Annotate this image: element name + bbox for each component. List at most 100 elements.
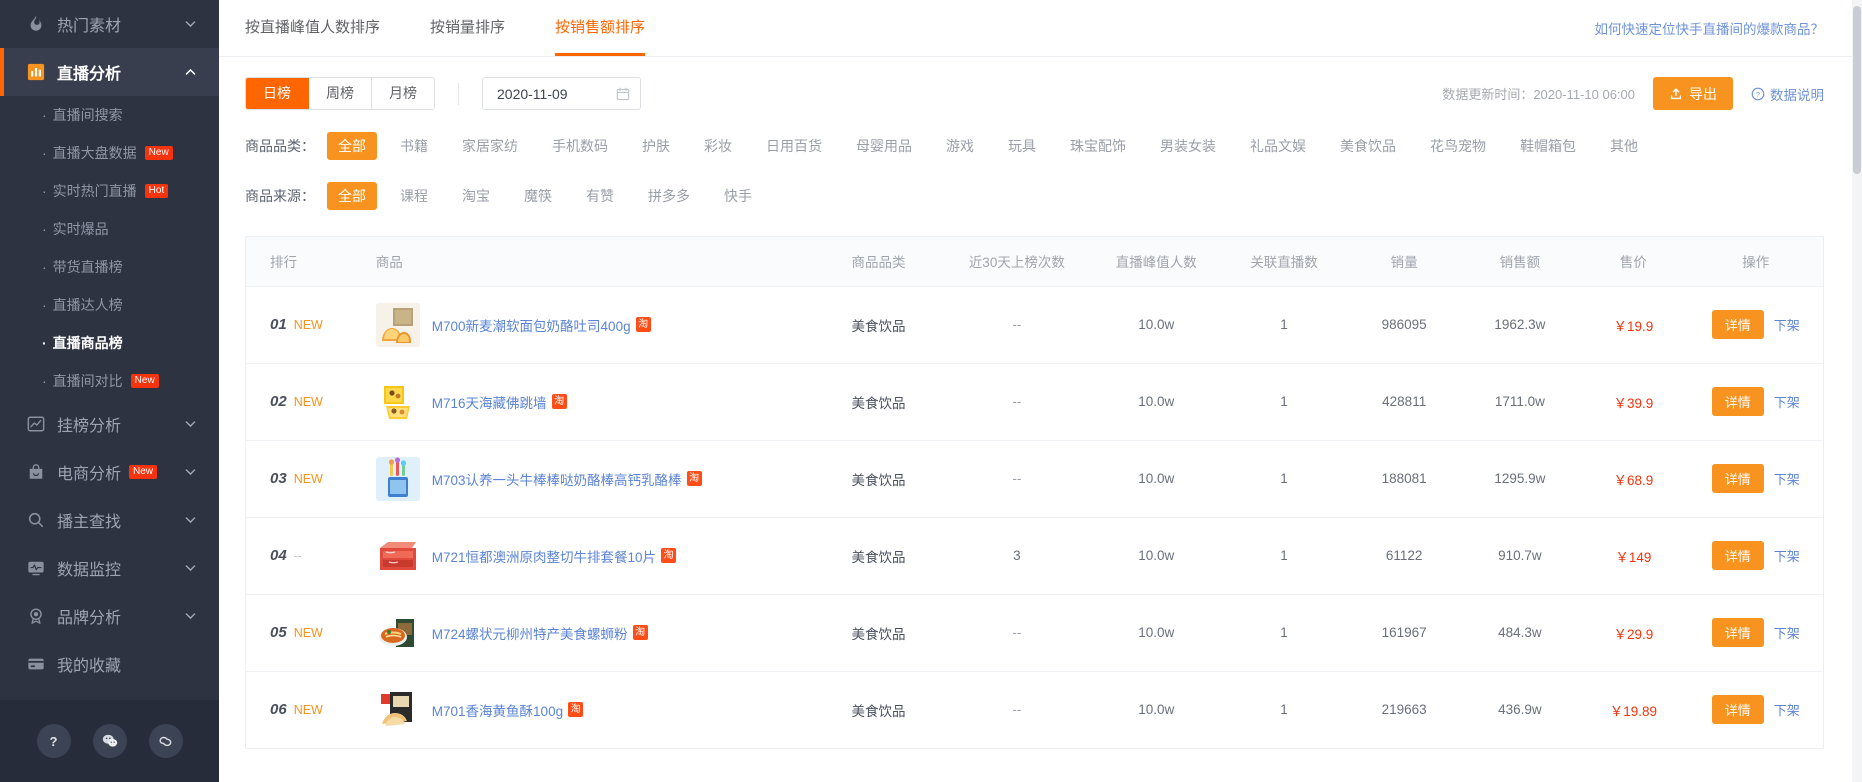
offshelf-link[interactable]: 下架 xyxy=(1774,472,1800,487)
export-button[interactable]: 导出 xyxy=(1653,77,1733,110)
table-row[interactable]: 03 NEW M703认养一头牛棒棒哒奶酪棒高钙乳酪棒淘 美食饮品 -- 10.… xyxy=(246,439,1823,517)
source-chip-all[interactable]: 全部 xyxy=(327,182,377,210)
source-chip-taobao[interactable]: 淘宝 xyxy=(451,182,501,210)
table-row[interactable]: 06 NEW M701香海黄鱼酥100g 淘 美食饮品 -- 10.0w 1 2… xyxy=(246,670,1823,748)
page-scrollbar[interactable] xyxy=(1852,0,1862,782)
source-chip-course[interactable]: 课程 xyxy=(389,182,439,210)
sidebar-item-realtime-hot-live[interactable]: · 实时热门直播 Hot xyxy=(0,172,219,210)
category-chip-clothing[interactable]: 男装女装 xyxy=(1149,132,1227,160)
source-chip-mokuai[interactable]: 魔筷 xyxy=(513,182,563,210)
link-icon[interactable] xyxy=(148,724,183,758)
product-name-link[interactable]: M701香海黄鱼酥100g xyxy=(432,700,563,720)
help-article-link[interactable]: 如何快速定位快手直播间的爆款商品？ xyxy=(1595,18,1825,38)
col-header-sales-volume: 销量 xyxy=(1346,237,1462,286)
cell-30d-listings: -- xyxy=(942,670,1092,748)
product-name-link[interactable]: M703认养一头牛棒棒哒奶酪棒高钙乳酪棒 xyxy=(432,469,682,489)
medal-icon xyxy=(26,607,45,626)
offshelf-link[interactable]: 下架 xyxy=(1774,318,1800,333)
rank-new-badge: NEW xyxy=(293,472,323,486)
category-chip-daily-goods[interactable]: 日用百货 xyxy=(755,132,833,160)
category-chip-toys[interactable]: 玩具 xyxy=(997,132,1047,160)
wechat-icon[interactable] xyxy=(92,724,127,758)
product-name-link[interactable]: M721恒都澳洲原肉整切牛排套餐10片 xyxy=(432,546,656,566)
cell-30d-listings: 3 xyxy=(942,516,1092,594)
tab-sort-by-sales-amount[interactable]: 按销售额排序 xyxy=(555,0,646,56)
product-name-link[interactable]: M716天海藏佛跳墙 xyxy=(432,392,547,412)
table-row[interactable]: 04 -- M721恒都澳洲原肉整切牛排套餐10片淘 美食饮品 3 10.0w … xyxy=(246,516,1823,594)
sidebar-item-realtime-hot-products[interactable]: · 实时爆品 xyxy=(0,210,219,248)
sidebar-item-live-room-search[interactable]: · 直播间搜索 xyxy=(0,96,219,134)
source-chip-kuaishou[interactable]: 快手 xyxy=(713,182,763,210)
category-chip-skincare[interactable]: 护肤 xyxy=(631,132,681,160)
table-row[interactable]: 05 NEW M724螺状元柳州特产美食螺蛳粉淘 美食饮品 -- 10.0w 1… xyxy=(246,593,1823,671)
cell-price: ￥149 xyxy=(1578,516,1689,594)
offshelf-link[interactable]: 下架 xyxy=(1774,549,1800,564)
sidebar-item-label: 实时热门直播 xyxy=(52,183,137,199)
detail-button[interactable]: 详情 xyxy=(1711,618,1764,647)
detail-button[interactable]: 详情 xyxy=(1711,310,1764,339)
category-chip-other[interactable]: 其他 xyxy=(1599,132,1649,160)
category-chip-games[interactable]: 游戏 xyxy=(935,132,985,160)
detail-button[interactable]: 详情 xyxy=(1711,695,1764,725)
cell-category: 美食饮品 xyxy=(814,362,943,440)
sidebar-group-live-analysis[interactable]: 直播分析 xyxy=(0,48,219,96)
source-chip-youzan[interactable]: 有赞 xyxy=(575,182,625,210)
sidebar-group-ecommerce-analysis[interactable]: 电商分析 New xyxy=(0,448,219,496)
category-chip-gifts-entertainment[interactable]: 礼品文娱 xyxy=(1239,132,1317,160)
sidebar-item-live-influencer-rank[interactable]: · 直播达人榜 xyxy=(0,286,219,324)
steak-thumb xyxy=(375,533,420,578)
sidebar-item-live-product-rank[interactable]: · 直播商品榜 xyxy=(0,324,219,362)
cheese-thumb xyxy=(375,456,420,501)
period-daily-button[interactable]: 日榜 xyxy=(246,78,309,109)
category-chip-all[interactable]: 全部 xyxy=(327,132,377,160)
sidebar-group-data-monitor[interactable]: 数据监控 xyxy=(0,544,219,592)
sidebar-group-my-favorites[interactable]: 我的收藏 xyxy=(0,640,219,688)
product-name-link[interactable]: M724螺状元柳州特产美食螺蛳粉 xyxy=(432,623,628,643)
offshelf-link[interactable]: 下架 xyxy=(1774,626,1800,641)
category-chip-food-drink[interactable]: 美食饮品 xyxy=(1329,132,1407,160)
table-row[interactable]: 02 NEW M716天海藏佛跳墙淘 美食饮品 -- 10.0w 1 42881… xyxy=(246,362,1823,440)
sidebar-item-带货直播榜[interactable]: · 带货直播榜 xyxy=(0,248,219,286)
category-chip-jewelry[interactable]: 珠宝配饰 xyxy=(1059,132,1137,160)
cell-sales-amount: 1711.0w xyxy=(1461,362,1579,440)
sidebar-nav: 热门素材 直播分析 · 直播间搜索 · 直播大盘数据 New · 实时热门直播 … xyxy=(0,0,219,700)
product-name-link[interactable]: M700新麦潮软面包奶酪吐司400g xyxy=(432,315,631,335)
help-icon[interactable]: ? xyxy=(36,724,71,758)
offshelf-link[interactable]: 下架 xyxy=(1774,395,1800,410)
category-chip-shoes-bags[interactable]: 鞋帽箱包 xyxy=(1509,132,1587,160)
category-chip-makeup[interactable]: 彩妆 xyxy=(693,132,743,160)
tab-sort-by-peak-viewers[interactable]: 按直播峰值人数排序 xyxy=(245,0,380,56)
bar-chart-icon xyxy=(26,63,45,82)
tab-sort-by-sales-volume[interactable]: 按销量排序 xyxy=(430,0,505,56)
sidebar-group-hot-material[interactable]: 热门素材 xyxy=(0,0,219,48)
period-monthly-button[interactable]: 月榜 xyxy=(372,78,434,109)
sidebar-group-ranking-analysis[interactable]: 挂榜分析 xyxy=(0,400,219,448)
sidebar-item-live-overview-data[interactable]: · 直播大盘数据 New xyxy=(0,134,219,172)
source-badge-taobao: 淘 xyxy=(661,548,677,563)
category-chip-books[interactable]: 书籍 xyxy=(389,132,439,160)
scrollbar-thumb[interactable] xyxy=(1853,6,1861,174)
sidebar-group-brand-analysis[interactable]: 品牌分析 xyxy=(0,592,219,640)
rank-new-badge: NEW xyxy=(293,395,323,409)
table-row[interactable]: 01 NEW M700新麦潮软面包奶酪吐司400g 淘 美食饮品 -- 10.0… xyxy=(246,285,1823,363)
chevron-down-icon xyxy=(184,562,197,575)
sidebar-item-label: 直播间搜索 xyxy=(52,107,123,123)
data-description-link[interactable]: ? 数据说明 xyxy=(1751,84,1824,104)
category-chip-maternal-baby[interactable]: 母婴用品 xyxy=(845,132,923,160)
cell-related-lives: 1 xyxy=(1221,670,1347,748)
detail-button[interactable]: 详情 xyxy=(1711,464,1764,493)
col-header-category: 商品品类 xyxy=(814,237,943,286)
source-chip-pinduoduo[interactable]: 拼多多 xyxy=(637,182,701,210)
category-chip-home-textile[interactable]: 家居家纺 xyxy=(451,132,529,160)
cell-rank: 04 -- xyxy=(246,516,352,594)
detail-button[interactable]: 详情 xyxy=(1711,541,1764,570)
sidebar-group-label: 电商分析 xyxy=(57,466,122,483)
sidebar-item-live-room-compare[interactable]: · 直播间对比 New xyxy=(0,362,219,400)
sidebar-group-anchor-search[interactable]: 播主查找 xyxy=(0,496,219,544)
period-weekly-button[interactable]: 周榜 xyxy=(309,78,372,109)
offshelf-link[interactable]: 下架 xyxy=(1774,703,1800,718)
date-picker[interactable]: 2020-11-09 xyxy=(482,77,641,110)
detail-button[interactable]: 详情 xyxy=(1711,387,1764,416)
category-chip-pets[interactable]: 花鸟宠物 xyxy=(1419,132,1497,160)
category-chip-phone-digital[interactable]: 手机数码 xyxy=(541,132,619,160)
